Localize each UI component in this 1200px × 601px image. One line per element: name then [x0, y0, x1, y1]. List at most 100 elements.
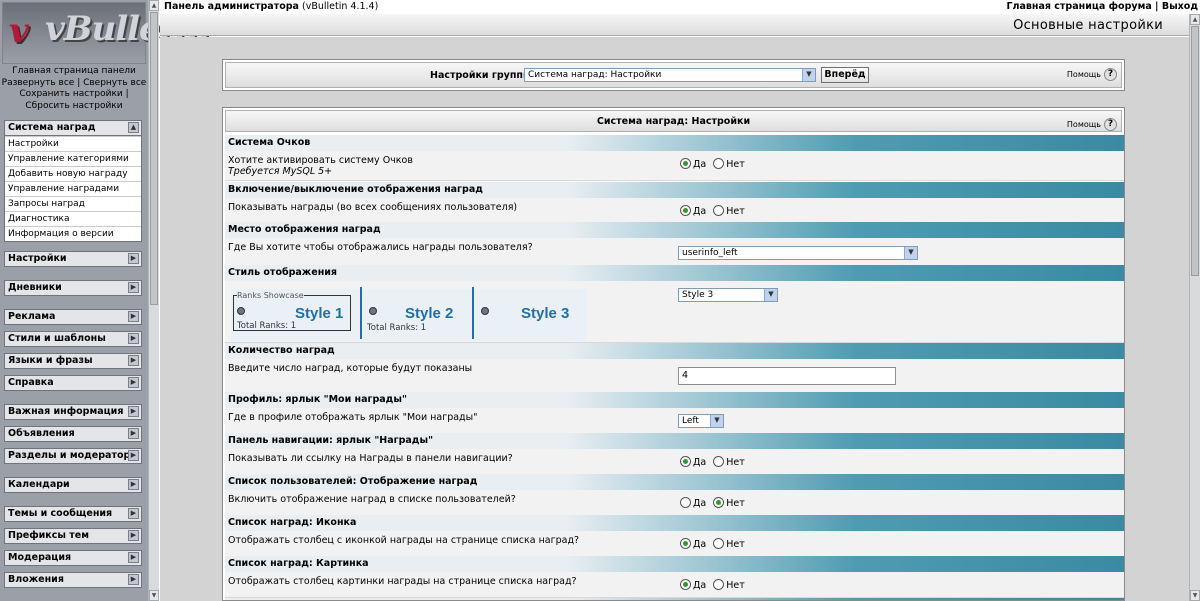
radio-yes[interactable]: Да: [680, 497, 706, 509]
radio-yes[interactable]: Да: [680, 205, 706, 217]
main-scrollbar[interactable]: ▲ ▼: [1189, 14, 1200, 601]
page-title: Основные настройки: [1013, 18, 1163, 33]
group-select-label: Настройки группы: [430, 70, 532, 81]
style-card[interactable]: Style 2 Total Ranks: 1: [365, 291, 469, 339]
setting-row: Ranks Showcase Style 1 Total Ranks: 1 St…: [225, 281, 1124, 343]
help-link[interactable]: Помощь?: [1067, 114, 1117, 135]
vbulletin-logo[interactable]: v vBulletin: [2, 2, 211, 64]
profile-tab-select[interactable]: Left ▼: [678, 414, 724, 428]
style-card[interactable]: Style 3: [477, 291, 585, 339]
nav-group-announcements[interactable]: Объявления ▶: [4, 426, 142, 442]
nav-item-add-award[interactable]: Добавить новую награду: [5, 166, 141, 181]
radio-group: Да Нет: [680, 205, 745, 218]
nav-group-styles[interactable]: Стили и шаблоны ▶: [4, 331, 142, 347]
radio-yes[interactable]: Да: [680, 456, 706, 468]
expand-icon[interactable]: ▶: [128, 355, 139, 366]
nav-item-version[interactable]: Информация о версии: [5, 226, 141, 241]
nav-group-threads[interactable]: Темы и сообщения ▶: [4, 506, 142, 522]
expand-icon[interactable]: ▶: [128, 253, 139, 264]
go-button[interactable]: Вперёд: [821, 67, 869, 83]
nav-group-calendars[interactable]: Календари ▶: [4, 477, 142, 493]
top-links[interactable]: Главная страница форума | Выход: [1006, 0, 1198, 14]
radio-no[interactable]: Нет: [713, 158, 745, 170]
nav-item-requests[interactable]: Запросы наград: [5, 196, 141, 211]
nav-group-notices[interactable]: Важная информация ▶: [4, 404, 142, 420]
nav-item-settings[interactable]: Настройки: [5, 136, 141, 151]
sidebar-scrollbar[interactable]: ▲ ▼: [148, 0, 159, 601]
help-link[interactable]: Помощь?: [1067, 68, 1117, 81]
scroll-up-icon[interactable]: ▲: [149, 0, 159, 11]
scroll-down-icon[interactable]: ▼: [1190, 590, 1200, 601]
scroll-thumb[interactable]: [1191, 26, 1199, 276]
radio-yes[interactable]: Да: [680, 538, 706, 550]
radio-group: Да Нет: [680, 538, 745, 551]
expand-icon[interactable]: ▶: [128, 508, 139, 519]
page-header: Основные настройки: [160, 14, 1189, 36]
showcase-label: Ranks Showcase: [237, 291, 304, 300]
link-control-panel-home[interactable]: Главная страница панели: [0, 66, 148, 78]
expand-icon[interactable]: ▶: [128, 574, 139, 585]
expand-icon[interactable]: ▶: [128, 479, 139, 490]
style-card[interactable]: Ranks Showcase Style 1 Total Ranks: 1: [233, 291, 353, 339]
setting-row: Введите число наград, которые будут пока…: [225, 359, 1124, 393]
nav-group-help[interactable]: Справка ▶: [4, 375, 142, 391]
main-content: Настройки группы Система наград: Настрой…: [160, 37, 1189, 601]
setting-row: Хотите активировать систему Очков Требует…: [225, 151, 1124, 181]
nav-group-languages[interactable]: Языки и фразы ▶: [4, 353, 142, 369]
link-reset-settings[interactable]: Сбросить настройки: [0, 101, 148, 113]
nav-item-categories[interactable]: Управление категориями: [5, 151, 141, 166]
chevron-down-icon: ▼: [802, 69, 815, 81]
group-select[interactable]: Система наград: Настройки ▼: [524, 68, 816, 82]
setting-row: Где Вы хотите чтобы отображались награды…: [225, 238, 1124, 266]
admin-title: Панель администратора: [164, 1, 299, 12]
expand-icon[interactable]: ▶: [128, 530, 139, 541]
link-expand-collapse[interactable]: Развернуть все | Свернуть все: [0, 78, 148, 90]
setting-row: Включить отображение наград в списке пол…: [225, 490, 1124, 516]
nav-group-attachments[interactable]: Вложения ▶: [4, 572, 142, 588]
nav-item-diagnostics[interactable]: Диагностика: [5, 211, 141, 226]
top-bar: Панель администратора (vBulletin 4.1.4) …: [160, 0, 1200, 14]
radio-no[interactable]: Нет: [713, 456, 745, 468]
expand-icon[interactable]: ▶: [128, 282, 139, 293]
link-save-settings[interactable]: Сохранить настройки |: [0, 89, 148, 101]
nav-group-blogs[interactable]: Дневники ▶: [4, 280, 142, 296]
nav-group-header[interactable]: Система наград ▲: [5, 121, 141, 136]
admin-sidebar: v vBulletin Главная страница панели Разв…: [0, 0, 211, 601]
radio-no[interactable]: Нет: [713, 497, 745, 509]
nav-group-moderation[interactable]: Модерация ▶: [4, 550, 142, 566]
setting-row: Где в профиле отображать ярлык "Мои нагр…: [225, 408, 1124, 434]
setting-note: Требуется MySQL 5+: [228, 166, 333, 177]
radio-no[interactable]: Нет: [713, 205, 745, 217]
section-header: Панель навигации: ярлык "Награды": [225, 433, 1124, 449]
expand-icon[interactable]: ▶: [128, 428, 139, 439]
award-count-input[interactable]: 4: [678, 367, 896, 385]
expand-icon[interactable]: ▶: [128, 406, 139, 417]
section-header: Система Очков: [225, 135, 1124, 151]
nav-group-settings[interactable]: Настройки ▶: [4, 251, 142, 267]
expand-icon[interactable]: ▶: [128, 552, 139, 563]
radio-yes[interactable]: Да: [680, 158, 706, 170]
location-select[interactable]: userinfo_left ▼: [678, 246, 918, 260]
nav-group-prefixes[interactable]: Префиксы тем ▶: [4, 528, 142, 544]
scroll-thumb[interactable]: [150, 12, 158, 305]
nav-group-ads[interactable]: Реклама ▶: [4, 309, 142, 325]
expand-icon[interactable]: ▶: [128, 450, 139, 461]
radio-no[interactable]: Нет: [713, 538, 745, 550]
expand-icon[interactable]: ▶: [128, 311, 139, 322]
expand-icon[interactable]: ▶: [128, 377, 139, 388]
nav-group-forums[interactable]: Разделы и модераторы ▶: [4, 448, 142, 464]
radio-yes[interactable]: Да: [680, 579, 706, 591]
radio-no[interactable]: Нет: [713, 579, 745, 591]
nav-group-awards: Система наград ▲ Настройки Управление кат…: [4, 120, 142, 242]
section-header: Включение/выключение отображения наград: [225, 182, 1124, 198]
scroll-up-icon[interactable]: ▲: [1190, 14, 1200, 25]
expand-icon[interactable]: ▶: [128, 333, 139, 344]
style-select[interactable]: Style 3 ▼: [678, 288, 778, 302]
nav-item-manage-awards[interactable]: Управление наградами: [5, 181, 141, 196]
setting-row: Отображать столбец картинки награды на с…: [225, 572, 1124, 598]
sidebar-links: Главная страница панели Развернуть все |…: [0, 66, 148, 112]
radio-group: Да Нет: [680, 497, 745, 510]
section-header: Список пользователей: Отображение наград: [225, 474, 1124, 490]
scroll-down-icon[interactable]: ▼: [149, 590, 159, 601]
collapse-icon[interactable]: ▲: [128, 122, 139, 133]
